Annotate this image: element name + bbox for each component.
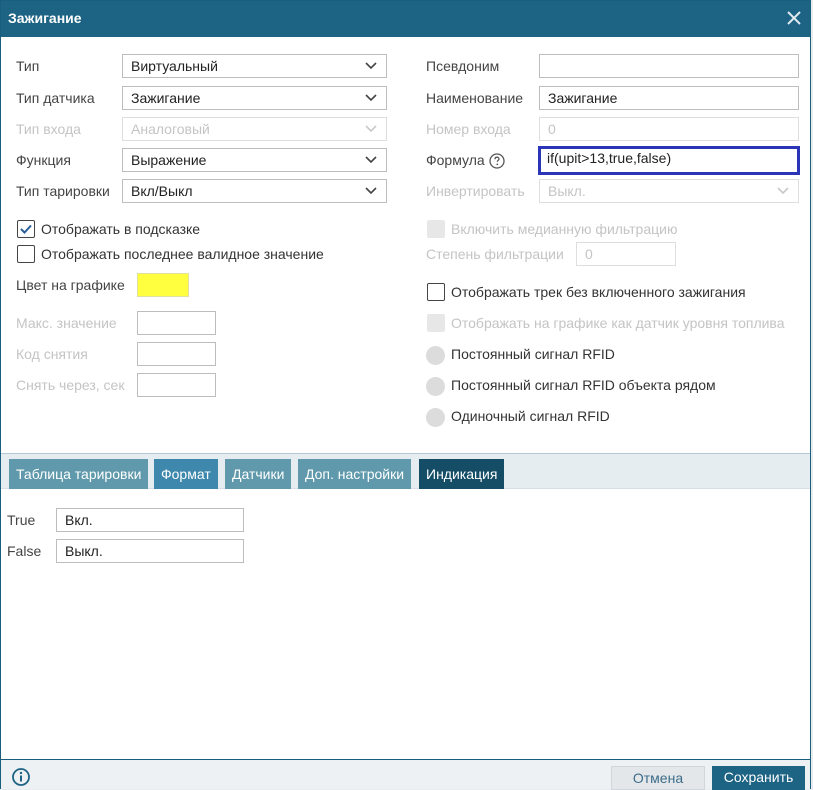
filter-degree-label: Степень фильтрации <box>426 246 564 262</box>
input-type-label: Тип входа <box>16 121 81 137</box>
input-type-value: Аналоговый <box>131 121 210 137</box>
show-as-fuel-sensor-label: Отображать на графике как датчик уровня … <box>451 315 785 331</box>
true-label: True <box>7 512 36 528</box>
dialog-title: Зажигание <box>8 10 82 26</box>
invert-value: Выкл. <box>548 183 586 199</box>
function-label: Функция <box>16 152 71 168</box>
help-icon[interactable] <box>489 153 505 169</box>
show-as-fuel-sensor-checkbox <box>427 314 445 332</box>
calibration-type-value: Вкл/Выкл <box>131 183 193 199</box>
function-select[interactable]: Выражение <box>122 148 387 172</box>
show-in-tooltip-label: Отображать в подсказке <box>41 221 201 237</box>
type-label: Тип <box>16 58 40 74</box>
true-value-input[interactable]: Вкл. <box>56 508 244 532</box>
calibration-type-label: Тип тарировки <box>16 183 110 199</box>
input-number-input: 0 <box>539 117 799 141</box>
rfid-constant-label: Постоянный сигнал RFID <box>451 346 615 362</box>
rfid-constant-radio[interactable] <box>426 346 445 365</box>
check-icon <box>20 224 32 234</box>
removal-code-label: Код снятия <box>16 346 88 362</box>
filter-degree-input: 0 <box>576 242 676 266</box>
show-in-tooltip-checkbox[interactable] <box>17 220 35 238</box>
show-last-valid-checkbox[interactable] <box>17 245 35 263</box>
median-filter-label: Включить медианную фильтрацию <box>451 221 678 237</box>
chart-color-swatch[interactable] <box>137 273 189 297</box>
max-value-input[interactable] <box>137 311 216 335</box>
rfid-single-label: Одиночный сигнал RFID <box>451 408 610 424</box>
chevron-down-icon <box>365 156 377 164</box>
chevron-down-icon <box>365 125 377 133</box>
name-input[interactable]: Зажигание <box>539 86 799 110</box>
formula-label: Формула <box>426 152 485 168</box>
name-label: Наименование <box>426 90 524 106</box>
cancel-button[interactable]: Отмена <box>611 766 705 790</box>
type-select[interactable]: Виртуальный <box>122 54 387 78</box>
tab-sensors[interactable]: Датчики <box>225 459 292 489</box>
rfid-constant-nearby-radio[interactable] <box>426 377 445 396</box>
max-value-label: Макс. значение <box>16 315 117 331</box>
remove-after-label: Снять через, сек <box>16 377 125 393</box>
tab-extra-settings[interactable]: Доп. настройки <box>298 459 412 489</box>
invert-select: Выкл. <box>539 179 799 203</box>
sensor-dialog: Зажигание Тип Виртуальный Тип датчика За… <box>0 0 811 790</box>
alias-label: Псевдоним <box>426 58 500 74</box>
tab-bar: Таблица тарировки Формат Датчики Доп. на… <box>1 453 810 489</box>
alias-input[interactable] <box>539 54 799 78</box>
dialog-footer: Отмена Сохранить <box>1 759 810 790</box>
chevron-down-icon <box>365 94 377 102</box>
input-type-select: Аналоговый <box>122 117 387 141</box>
type-value: Виртуальный <box>131 58 218 74</box>
formula-input[interactable]: if(upit>13,true,false) <box>538 146 800 175</box>
sensor-type-select[interactable]: Зажигание <box>122 86 387 110</box>
tab-calibration-table[interactable]: Таблица тарировки <box>9 459 149 489</box>
info-icon[interactable] <box>12 768 30 786</box>
dialog-titlebar: Зажигание <box>1 1 810 37</box>
show-track-without-ignition-checkbox[interactable] <box>427 283 445 301</box>
remove-after-input[interactable] <box>137 373 216 397</box>
calibration-type-select[interactable]: Вкл/Выкл <box>122 179 387 203</box>
removal-code-input[interactable] <box>137 342 216 366</box>
sensor-type-label: Тип датчика <box>16 90 95 106</box>
tab-format[interactable]: Формат <box>154 459 218 489</box>
false-value-input[interactable]: Выкл. <box>56 539 244 563</box>
chart-color-label: Цвет на графике <box>16 277 125 293</box>
sensor-type-value: Зажигание <box>131 90 201 106</box>
close-icon[interactable] <box>784 8 804 28</box>
rfid-single-radio[interactable] <box>426 408 445 427</box>
input-number-label: Номер входа <box>426 121 511 137</box>
tab-indication[interactable]: Индикация <box>419 459 505 489</box>
rfid-constant-nearby-label: Постоянный сигнал RFID объекта рядом <box>451 377 716 393</box>
chevron-down-icon <box>365 62 377 70</box>
median-filter-checkbox <box>427 220 445 238</box>
save-button[interactable]: Сохранить <box>712 766 805 790</box>
false-label: False <box>7 543 42 559</box>
function-value: Выражение <box>131 152 207 168</box>
chevron-down-icon <box>777 187 789 195</box>
show-track-without-ignition-label: Отображать трек без включенного зажигани… <box>451 284 746 300</box>
invert-label: Инвертировать <box>426 183 525 199</box>
chevron-down-icon <box>365 187 377 195</box>
show-last-valid-label: Отображать последнее валидное значение <box>41 246 324 262</box>
